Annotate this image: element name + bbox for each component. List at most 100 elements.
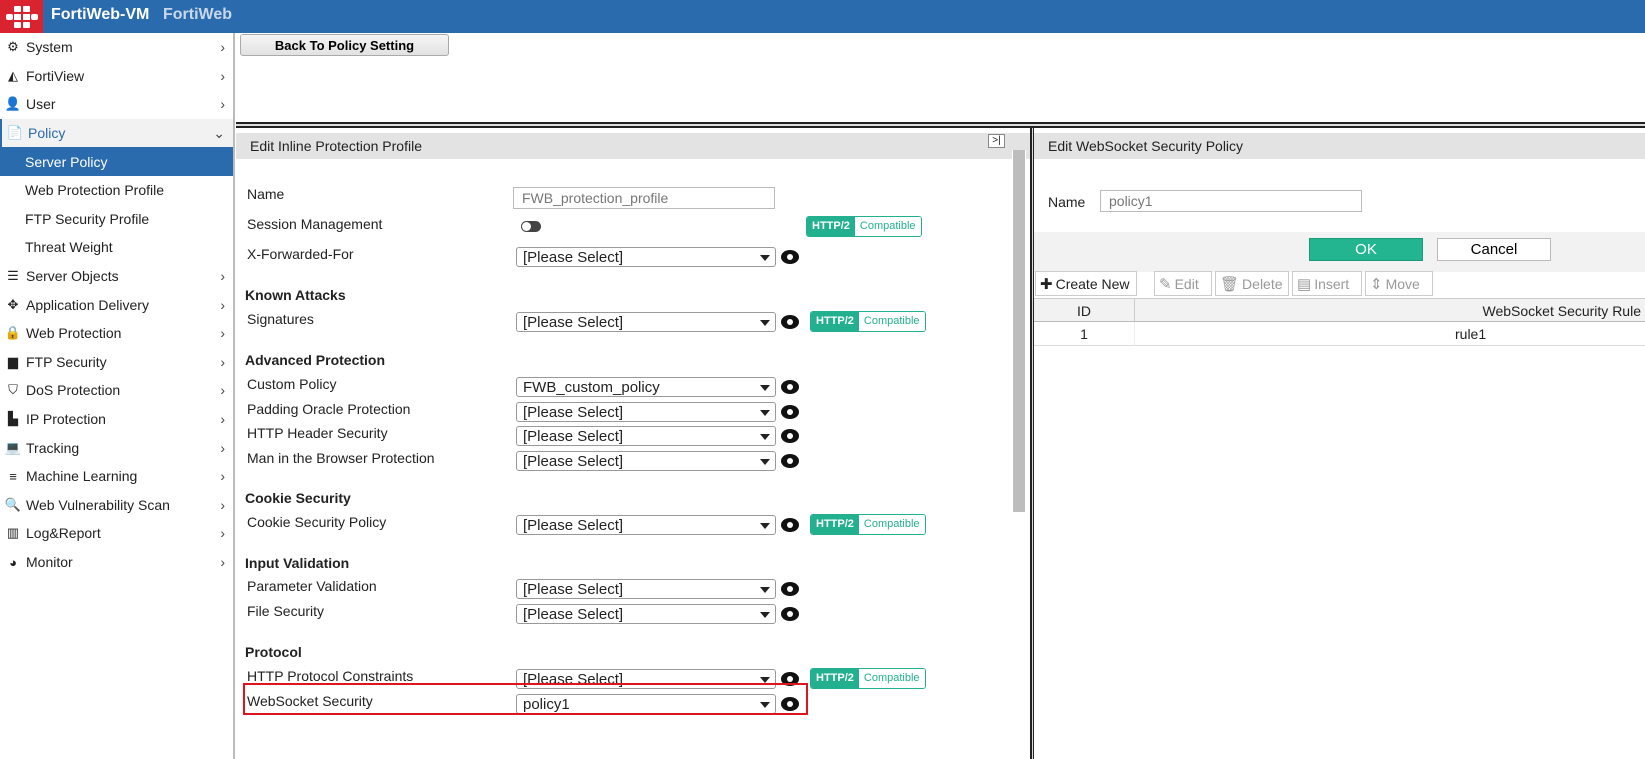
sidebar-item-web-protection[interactable]: 🔒 Web Protection ›	[0, 319, 233, 348]
sidebar-item-label: IP Protection	[26, 411, 106, 428]
x-forwarded-for-label: X-Forwarded-For	[247, 246, 354, 262]
cancel-button[interactable]: Cancel	[1437, 238, 1551, 261]
parameter-validation-label: Parameter Validation	[247, 578, 377, 594]
sidebar-item-label: Web Protection	[26, 325, 122, 342]
fortinet-logo-icon	[0, 0, 43, 33]
collapse-panel-button[interactable]: >|	[988, 134, 1005, 148]
sidebar-item-label: DoS Protection	[26, 382, 121, 399]
sidebar-item-policy[interactable]: 📄 Policy ⌄	[0, 118, 233, 148]
scrollbar-thumb[interactable]	[1013, 150, 1025, 512]
http2-compatible-badge: HTTP/2 Compatible	[810, 514, 926, 535]
menu-icon: ≡	[9, 468, 17, 484]
chevron-right-icon: ›	[220, 296, 225, 313]
eye-icon[interactable]	[781, 380, 799, 394]
chevron-right-icon: ›	[220, 67, 225, 84]
edit-icon: ✎	[1159, 275, 1172, 293]
panel-title: Edit Inline Protection Profile	[236, 133, 1030, 159]
app-subtitle: FortiWeb	[163, 6, 233, 23]
cell-id[interactable]: 1	[1034, 322, 1135, 346]
eye-icon[interactable]	[781, 429, 799, 443]
app-title: FortiWeb-VM	[51, 6, 150, 23]
search-icon: 🔍	[4, 496, 22, 512]
chevron-right-icon: ›	[220, 353, 225, 370]
ok-button[interactable]: OK	[1309, 238, 1423, 261]
policy-name-input[interactable]: policy1	[1100, 190, 1362, 212]
cookie-security-policy-select[interactable]: [Please Select]	[516, 515, 776, 535]
sidebar-item-threat-weight[interactable]: Threat Weight	[0, 233, 233, 262]
gear-icon: ⚙	[7, 39, 19, 55]
x-forwarded-for-select[interactable]: [Please Select]	[516, 247, 776, 267]
move-button[interactable]: ⇕ Move	[1365, 271, 1433, 296]
eye-icon[interactable]	[781, 405, 799, 419]
sidebar-item-server-policy[interactable]: Server Policy	[0, 147, 233, 176]
eye-icon[interactable]	[781, 518, 799, 532]
name-label: Name	[1048, 194, 1086, 210]
section-heading: Protocol	[245, 644, 302, 660]
sidebar-item-monitor[interactable]: ◕ Monitor ›	[0, 548, 233, 577]
pie-chart-icon: ◕	[9, 554, 17, 570]
create-new-button[interactable]: ✚ Create New	[1035, 271, 1137, 296]
insert-label: Insert	[1314, 275, 1350, 292]
padding-oracle-protection-select[interactable]: [Please Select]	[516, 402, 776, 422]
delete-button[interactable]: 🗑 Delete	[1215, 271, 1289, 296]
http2-compatible-badge: HTTP/2 Compatible	[810, 311, 926, 332]
eye-icon[interactable]	[781, 315, 799, 329]
man-in-the-browser-protection-select[interactable]: [Please Select]	[516, 451, 776, 471]
name-input[interactable]: FWB_protection_profile	[513, 187, 775, 209]
sidebar-item-web-vulnerability-scan[interactable]: 🔍 Web Vulnerability Scan ›	[0, 491, 233, 520]
sidebar-item-ftp-security[interactable]: ▆ FTP Security ›	[0, 348, 233, 377]
http2-compatible-badge: HTTP/2 Compatible	[810, 668, 926, 689]
sidebar-item-web-protection-profile[interactable]: Web Protection Profile	[0, 176, 233, 205]
eye-icon[interactable]	[781, 250, 799, 264]
column-header-rule[interactable]: WebSocket Security Rule	[1135, 298, 1645, 322]
chevron-right-icon: ›	[220, 96, 225, 113]
sidebar-item-application-delivery[interactable]: ✥ Application Delivery ›	[0, 290, 233, 319]
sidebar-item-user[interactable]: 👤 User ›	[0, 90, 233, 119]
eye-icon[interactable]	[781, 607, 799, 621]
cell-rule[interactable]: rule1	[1135, 322, 1645, 346]
parameter-validation-select[interactable]: [Please Select]	[516, 579, 776, 599]
sidebar-item-system[interactable]: ⚙ System ›	[0, 33, 233, 62]
chevron-down-icon: ⌄	[213, 124, 225, 141]
http-protocol-constraints-label: HTTP Protocol Constraints	[247, 668, 414, 684]
file-security-select[interactable]: [Please Select]	[516, 604, 776, 624]
badge-compatible: Compatible	[854, 217, 921, 236]
sidebar-item-log-report[interactable]: ▥ Log&Report ›	[0, 519, 233, 548]
sidebar-item-label: System	[26, 39, 73, 56]
sidebar-item-server-objects[interactable]: ☰ Server Objects ›	[0, 262, 233, 291]
eye-icon[interactable]	[781, 454, 799, 468]
sidebar-item-dos-protection[interactable]: ⛉ DoS Protection ›	[0, 376, 233, 405]
sidebar-item-ip-protection[interactable]: ▙ IP Protection ›	[0, 405, 233, 434]
session-management-label: Session Management	[247, 216, 383, 232]
sidebar-item-machine-learning[interactable]: ≡ Machine Learning ›	[0, 462, 233, 491]
sidebar-item-label: FortiView	[26, 67, 85, 84]
edit-websocket-security-policy-panel: Edit WebSocket Security Policy Name poli…	[1034, 128, 1645, 759]
chevron-right-icon: ›	[220, 468, 225, 485]
eye-icon[interactable]	[781, 582, 799, 596]
sidebar-item-tracking[interactable]: 💻 Tracking ›	[0, 433, 233, 462]
ip-icon: ▙	[8, 411, 18, 427]
move-label: Move	[1385, 275, 1420, 292]
sidebar-item-fortiview[interactable]: ◭ FortiView ›	[0, 62, 233, 91]
signatures-select[interactable]: [Please Select]	[516, 312, 776, 332]
http-header-security-label: HTTP Header Security	[247, 425, 388, 441]
sidebar-item-ftp-security-profile[interactable]: FTP Security Profile	[0, 205, 233, 234]
http-header-security-select[interactable]: [Please Select]	[516, 426, 776, 446]
column-header-id[interactable]: ID	[1034, 298, 1135, 322]
sidebar-item-label: Tracking	[26, 439, 80, 456]
custom-policy-select[interactable]: FWB_custom_policy	[516, 377, 776, 397]
bar-chart-icon: ▥	[6, 525, 20, 541]
chevron-right-icon: ›	[220, 439, 225, 456]
badge-http2: HTTP/2	[811, 312, 859, 331]
back-to-policy-setting-button[interactable]: Back To Policy Setting	[240, 34, 449, 56]
edit-inline-protection-profile-panel: Edit Inline Protection Profile Name FWB_…	[236, 128, 1030, 759]
section-heading: Known Attacks	[245, 287, 346, 303]
insert-button[interactable]: ▤ Insert	[1292, 271, 1362, 296]
delete-label: Delete	[1242, 275, 1283, 292]
sidebar-item-label: Application Delivery	[26, 296, 149, 313]
server-icon: ☰	[7, 268, 19, 284]
edit-button[interactable]: ✎ Edit	[1154, 271, 1212, 296]
chevron-right-icon: ›	[220, 325, 225, 342]
session-management-toggle[interactable]	[521, 221, 541, 232]
section-heading: Advanced Protection	[245, 352, 386, 368]
